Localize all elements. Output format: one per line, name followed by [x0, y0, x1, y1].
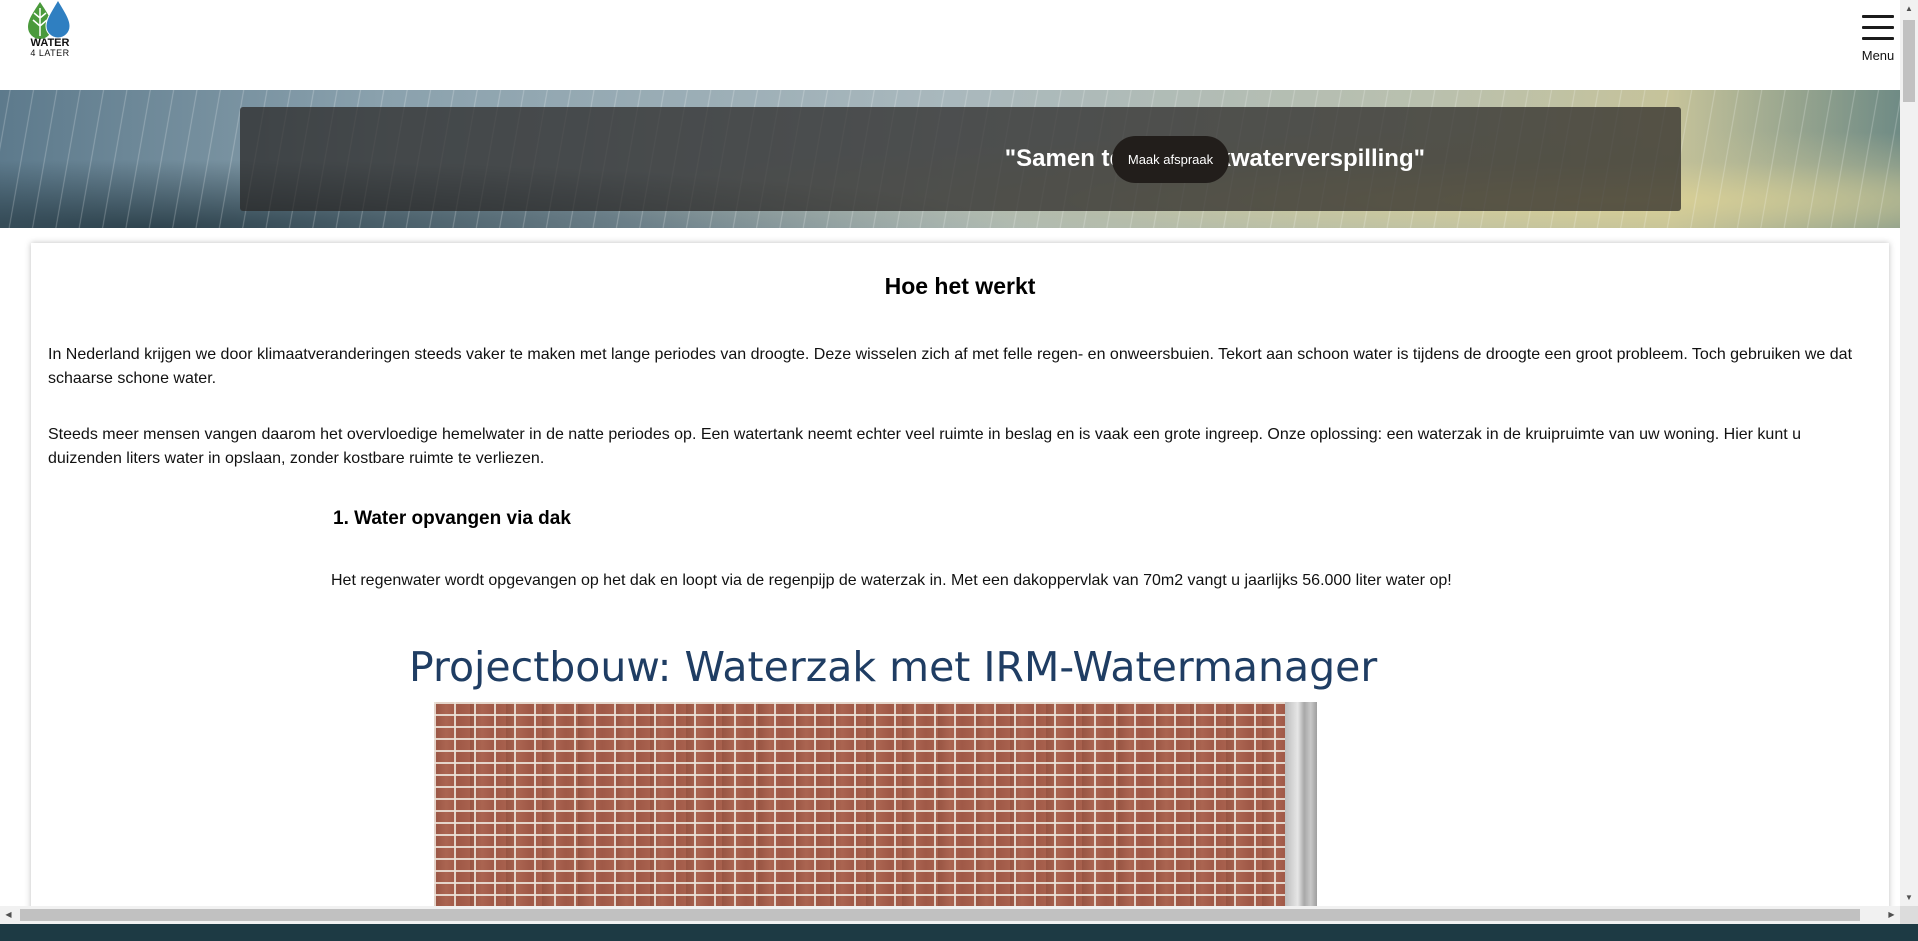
intro-paragraph-2: Steeds meer mensen vangen daarom het ove… — [48, 426, 1801, 467]
hero-banner: "Samen tegen drinkwaterverspilling" Maak… — [0, 90, 1900, 228]
menu-button[interactable]: Menu — [1856, 12, 1900, 70]
downpipe-illustration — [1285, 702, 1317, 906]
site-header: WATER 4 LATER Menu — [0, 0, 1900, 90]
brick-wall-illustration — [434, 702, 1285, 906]
logo-line-2: 4 LATER — [30, 48, 70, 58]
vertical-scrollbar[interactable]: ▲ ▼ — [1900, 0, 1918, 906]
site-logo[interactable]: WATER 4 LATER — [24, 0, 76, 62]
step-text: Het regenwater wordt opgevangen op het d… — [331, 572, 1452, 589]
water-drops-logo-icon — [28, 0, 71, 39]
logo-line-1: WATER — [30, 37, 70, 49]
hamburger-icon — [1862, 12, 1894, 42]
vertical-scroll-thumb[interactable] — [1903, 20, 1915, 102]
scroll-right-icon[interactable]: ▶ — [1883, 906, 1900, 924]
intro-paragraph-1: In Nederland krijgen we door klimaatvera… — [48, 346, 1853, 387]
hero-title: "Samen tegen drinkwaterverspilling" — [1004, 145, 1425, 172]
scroll-up-icon[interactable]: ▲ — [1900, 0, 1918, 17]
section-title: Hoe het werkt — [884, 273, 1036, 299]
logo-wordmark: WATER 4 LATER — [24, 37, 76, 59]
menu-label: Menu — [1861, 48, 1895, 63]
horizontal-scrollbar[interactable]: ◀ ▶ — [0, 906, 1900, 924]
figure-title: Projectbouw: Waterzak met IRM-Watermanag… — [409, 643, 1378, 691]
how-it-works-card: Hoe het werkt In Nederland krijgen we do… — [31, 243, 1889, 906]
page-viewport: WATER 4 LATER Menu "Samen tegen drinkwat… — [0, 0, 1900, 906]
scroll-left-icon[interactable]: ◀ — [0, 906, 17, 924]
scrollbar-corner — [1900, 906, 1918, 924]
scroll-down-icon[interactable]: ▼ — [1900, 889, 1918, 906]
horizontal-scroll-thumb[interactable] — [20, 909, 1860, 921]
hero-overlay-box: "Samen tegen drinkwaterverspilling" Maak… — [240, 107, 1681, 211]
step-title: 1. Water opvangen via dak — [333, 508, 571, 529]
make-appointment-button[interactable]: Maak afspraak — [1112, 136, 1229, 183]
os-taskbar — [0, 924, 1918, 941]
